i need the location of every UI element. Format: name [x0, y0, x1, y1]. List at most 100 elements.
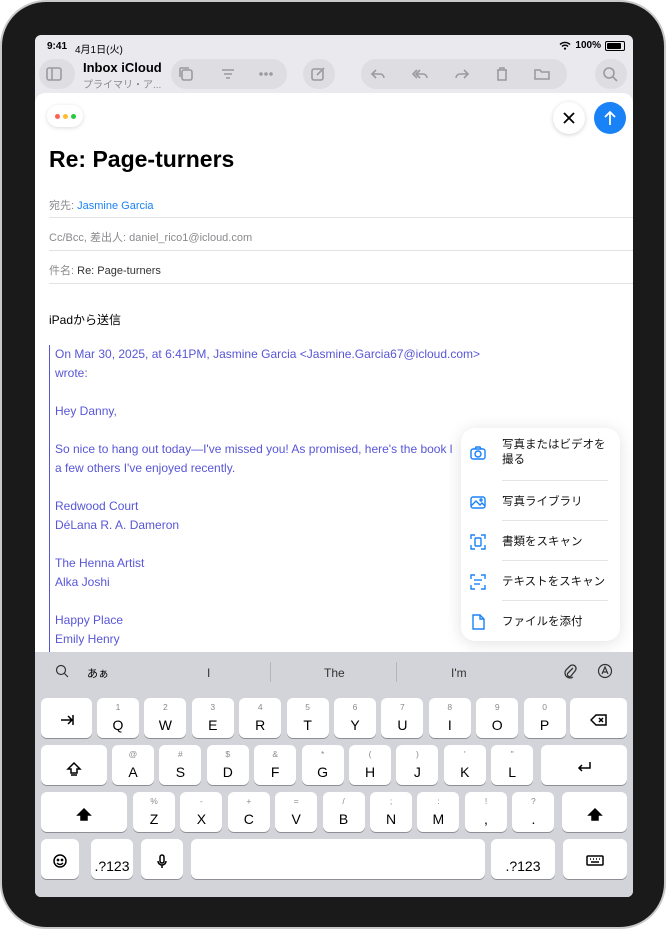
- suggestion[interactable]: I: [207, 666, 210, 680]
- shift-icon: [76, 807, 92, 821]
- key-d[interactable]: $ D: [206, 745, 249, 785]
- suggestion[interactable]: The: [324, 666, 345, 680]
- trash-button[interactable]: [487, 59, 517, 89]
- reply-button[interactable]: [363, 59, 393, 89]
- menu-item-camera[interactable]: 写真またはビデオを 撮る: [461, 436, 620, 470]
- subject-value[interactable]: Re: Page-turners: [77, 265, 161, 277]
- return-icon: [577, 762, 591, 772]
- key-w[interactable]: 2W: [144, 698, 187, 738]
- send-button[interactable]: [594, 102, 626, 134]
- more-button[interactable]: [251, 59, 281, 89]
- menu-item-scan-document[interactable]: 書類をスキャン: [461, 529, 620, 555]
- key-punct[interactable]: !,: [465, 792, 507, 832]
- key-a[interactable]: @ A: [112, 745, 154, 785]
- key-q[interactable]: 1Q: [97, 698, 139, 738]
- arrow-up-icon: [604, 110, 616, 125]
- key-k[interactable]: ' K: [443, 745, 486, 785]
- key-g[interactable]: * G: [301, 745, 344, 785]
- divider: [49, 283, 633, 284]
- window-controls[interactable]: [47, 105, 83, 127]
- sidebar-toggle-button[interactable]: [39, 59, 75, 89]
- numbers-key-right[interactable]: .?123: [491, 839, 555, 879]
- return-key[interactable]: [541, 745, 627, 785]
- filter-button[interactable]: [213, 59, 243, 89]
- book-title: Happy Place: [55, 613, 124, 627]
- menu-item-attach-file[interactable]: ファイルを添付: [461, 609, 620, 635]
- multiselect-button[interactable]: [171, 59, 201, 89]
- emoji-search-button[interactable]: [55, 664, 69, 683]
- book-title: Redwood Court: [55, 499, 139, 513]
- key-o[interactable]: 9O: [476, 698, 519, 738]
- menu-item-photo-library[interactable]: 写真ライブラリ: [461, 489, 620, 515]
- caps-lock-icon: [66, 761, 82, 776]
- to-recipient[interactable]: Jasmine Garcia: [77, 200, 153, 212]
- ipad-frame: 9:41 4月1日(火) 100% Inbox iCloud プライマリ・ア..…: [2, 2, 664, 927]
- tab-key[interactable]: [41, 698, 92, 738]
- reply-all-button[interactable]: [405, 59, 435, 89]
- key-u[interactable]: 7U: [381, 698, 424, 738]
- shift-key-left[interactable]: [41, 792, 127, 832]
- space-key[interactable]: [191, 839, 485, 879]
- key-e[interactable]: 3E: [191, 698, 234, 738]
- hide-keyboard-key[interactable]: [563, 839, 627, 879]
- forward-button[interactable]: [447, 59, 477, 89]
- search-button[interactable]: [595, 59, 627, 89]
- tab-icon: [60, 715, 74, 725]
- key-s[interactable]: # S: [159, 745, 202, 785]
- divider: [270, 662, 271, 682]
- toolbar-group-actions: [361, 59, 567, 89]
- subject-field[interactable]: 件名: Re: Page-turners: [49, 262, 161, 278]
- key-f[interactable]: & F: [254, 745, 297, 785]
- close-compose-button[interactable]: [553, 102, 585, 134]
- markup-button[interactable]: [597, 663, 613, 684]
- compose-button[interactable]: [303, 59, 335, 89]
- reply-icon: [370, 69, 385, 79]
- cc-field[interactable]: Cc/Bcc, 差出人: daniel_rico1@icloud.com: [49, 229, 252, 245]
- shift-key-right[interactable]: [562, 792, 627, 832]
- menu-item-label: 写真ライブラリ: [502, 495, 583, 508]
- ellipsis-icon: [259, 72, 273, 76]
- key-z[interactable]: % Z: [133, 792, 175, 832]
- sidebar-icon: [39, 59, 69, 89]
- key-x[interactable]: -X: [180, 792, 223, 832]
- key-r[interactable]: 4R: [239, 698, 282, 738]
- mailbox-title[interactable]: Inbox iCloud: [83, 60, 162, 75]
- key-t[interactable]: 5T: [286, 698, 329, 738]
- keyboard-hide-icon: [586, 855, 604, 866]
- close-icon: [563, 112, 575, 124]
- menu-item-label: 写真またはビデオを 撮る: [502, 439, 606, 466]
- copy-icon: [179, 67, 193, 81]
- key-n[interactable]: ; N: [370, 792, 412, 832]
- key-p[interactable]: 0P: [523, 698, 566, 738]
- key-v[interactable]: = V: [275, 792, 318, 832]
- status-bar: 9:41 4月1日(火) 100%: [35, 35, 633, 56]
- key-punct[interactable]: ?.: [512, 792, 555, 832]
- markup-icon: [597, 663, 613, 679]
- menu-item-label: ファイルを添付: [502, 615, 583, 628]
- to-field[interactable]: 宛先: Jasmine Garcia: [49, 197, 154, 213]
- key-j[interactable]: ) J: [396, 745, 439, 785]
- key-c[interactable]: + C: [227, 792, 270, 832]
- filter-icon: [222, 69, 234, 79]
- key-h[interactable]: (H: [349, 745, 391, 785]
- key-y[interactable]: 6Y: [334, 698, 376, 738]
- delete-key[interactable]: [570, 698, 627, 738]
- kana-toggle[interactable]: あぁ: [87, 665, 109, 681]
- dictation-key[interactable]: [141, 839, 183, 879]
- key-b[interactable]: / B: [322, 792, 365, 832]
- caps-lock-key[interactable]: [41, 745, 107, 785]
- emoji-key[interactable]: [41, 839, 79, 879]
- key-m[interactable]: :M: [417, 792, 460, 832]
- numbers-key-left[interactable]: .?123: [91, 839, 133, 879]
- attach-button[interactable]: [563, 663, 577, 684]
- menu-item-scan-text[interactable]: テキストをスキャン: [461, 569, 620, 595]
- key-l[interactable]: " L: [491, 745, 534, 785]
- signature[interactable]: iPadから送信: [49, 311, 121, 328]
- toolbar-group-left: [171, 59, 287, 89]
- key-i[interactable]: 8I: [428, 698, 471, 738]
- suggestion[interactable]: I'm: [451, 666, 467, 680]
- quote-text-line: a few others I've enjoyed recently.: [55, 461, 236, 475]
- book-author: Alka Joshi: [55, 575, 110, 589]
- move-folder-button[interactable]: [527, 59, 557, 89]
- compose-icon: [303, 59, 333, 89]
